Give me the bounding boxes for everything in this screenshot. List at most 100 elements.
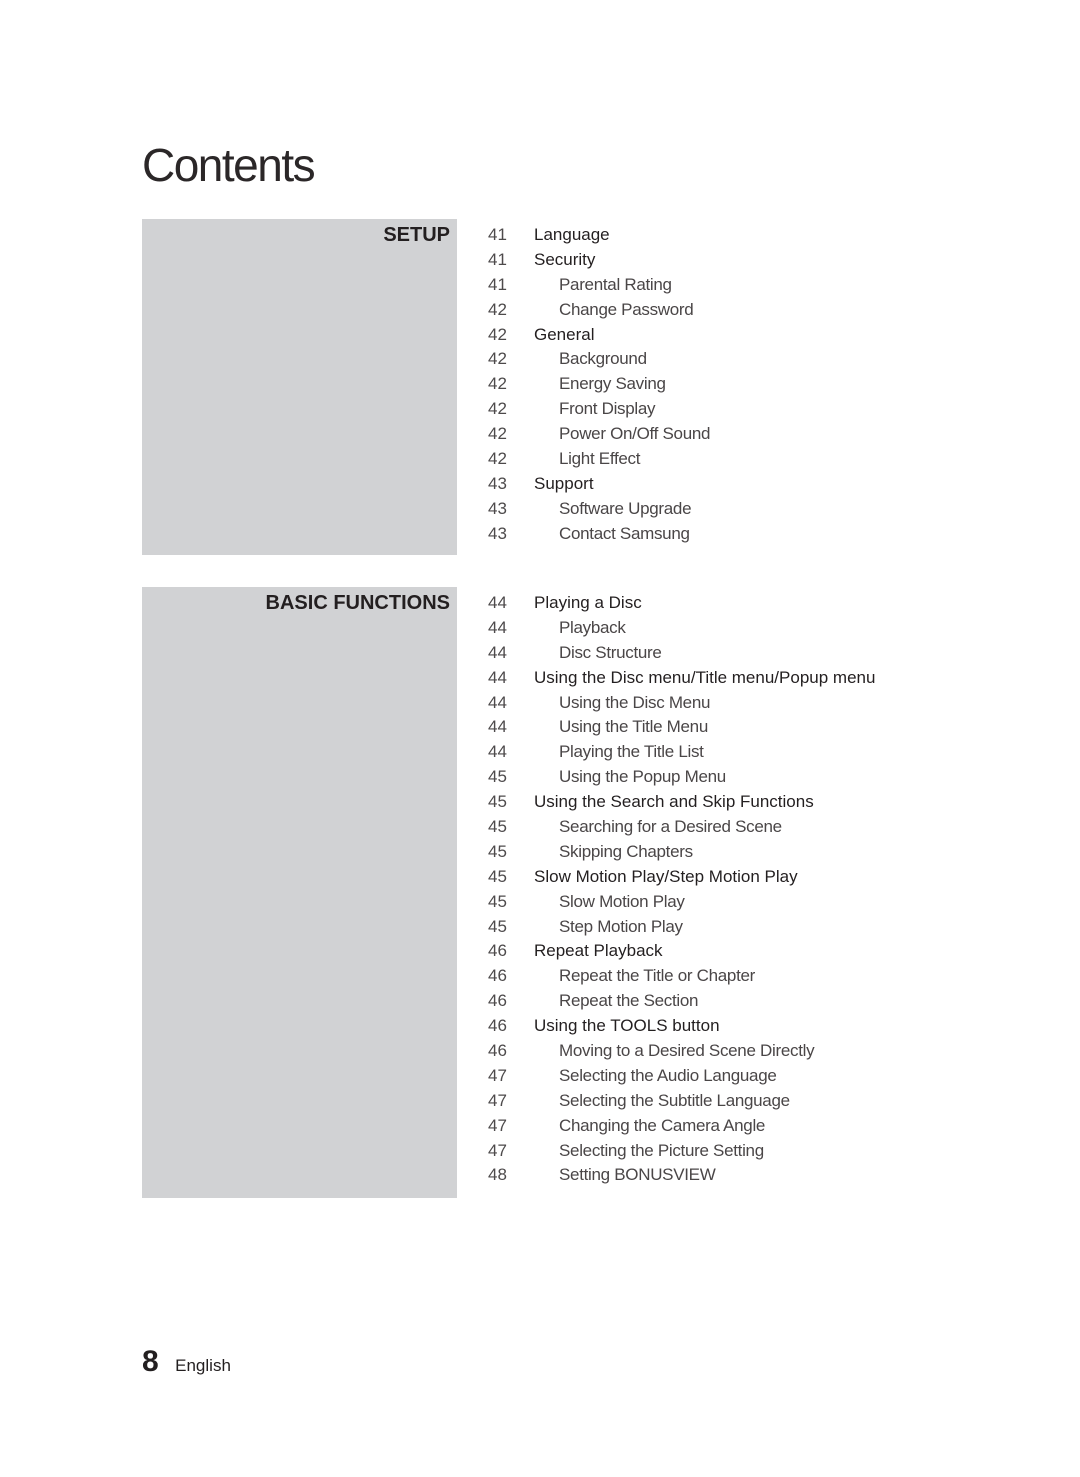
toc-subentry[interactable]: 44 Disc Structure [488, 641, 875, 666]
entry-page-number: 44 [488, 642, 507, 662]
entry-page-number: 45 [488, 817, 507, 837]
entry-title: Selecting the Subtitle Language [559, 1090, 790, 1110]
section-header-box: SETUP [142, 219, 457, 555]
entry-title: Skipping Chapters [559, 841, 693, 861]
toc-subentry[interactable]: 41 Parental Rating [488, 273, 710, 298]
toc-entry[interactable]: 42 General [488, 323, 710, 348]
entry-page-number: 42 [488, 399, 507, 419]
toc-subentry[interactable]: 42 Energy Saving [488, 372, 710, 397]
entry-page-number: 45 [488, 767, 507, 787]
entry-page-number: 42 [488, 324, 507, 344]
entry-title: Changing the Camera Angle [559, 1115, 766, 1135]
toc-subentry[interactable]: 45 Searching for a Desired Scene [488, 815, 875, 840]
toc-entry[interactable]: 43 Support [488, 472, 710, 497]
entry-page-number: 46 [488, 991, 507, 1011]
entry-page-number: 44 [488, 717, 507, 737]
entry-title: Using the Title Menu [559, 717, 708, 737]
entry-page-number: 44 [488, 617, 507, 637]
entry-page-number: 46 [488, 1016, 507, 1036]
entry-title: Repeat the Title or Chapter [559, 966, 756, 986]
toc-entry[interactable]: 46 Repeat Playback [488, 939, 875, 964]
entry-page-number: 46 [488, 941, 507, 961]
toc-subentry[interactable]: 42 Light Effect [488, 447, 710, 472]
section-label: SETUP [383, 224, 450, 246]
toc-subentry[interactable]: 43 Contact Samsung [488, 522, 710, 547]
toc-subentry[interactable]: 47 Selecting the Picture Setting [488, 1139, 875, 1164]
toc-subentry[interactable]: 46 Repeat the Title or Chapter [488, 964, 875, 989]
entry-title: Using the Search and Skip Functions [534, 792, 814, 812]
entry-title: Slow Motion Play [559, 891, 685, 911]
toc-subentry[interactable]: 42 Change Password [488, 298, 710, 323]
entry-page-number: 47 [488, 1115, 507, 1135]
entry-page-number: 42 [488, 349, 507, 369]
toc-entry[interactable]: 41 Language [488, 223, 710, 248]
entry-title: Security [534, 249, 596, 269]
toc-subentry[interactable]: 44 Using the Disc Menu [488, 691, 875, 716]
toc-entry[interactable]: 45 Slow Motion Play/Step Motion Play [488, 865, 875, 890]
toc-subentry[interactable]: 45 Step Motion Play [488, 915, 875, 940]
entry-title: Setting BONUSVIEW [559, 1165, 716, 1185]
toc-subentry[interactable]: 45 Slow Motion Play [488, 890, 875, 915]
toc-entry[interactable]: 44 Playing a Disc [488, 591, 875, 616]
entry-page-number: 44 [488, 667, 507, 687]
toc-subentry[interactable]: 46 Repeat the Section [488, 989, 875, 1014]
entry-page-number: 47 [488, 1065, 507, 1085]
entry-title: Repeat the Section [559, 991, 699, 1011]
entry-page-number: 45 [488, 891, 507, 911]
toc-entry[interactable]: 46 Using the TOOLS button [488, 1014, 875, 1039]
entry-title: Repeat Playback [534, 941, 663, 961]
page-footer: 8 English [142, 1345, 231, 1379]
entry-page-number: 44 [488, 742, 507, 762]
toc-subentry[interactable]: 45 Skipping Chapters [488, 840, 875, 865]
toc-entry-list: 44 Playing a Disc 44 Playback 44 Disc Structu… [488, 591, 875, 1188]
page-title: Contents [142, 139, 316, 191]
toc-subentry[interactable]: 42 Front Display [488, 397, 710, 422]
entry-page-number: 45 [488, 916, 507, 936]
section-header-box: BASIC FUNCTIONS [142, 587, 457, 1198]
toc-subentry[interactable]: 42 Background [488, 347, 710, 372]
entry-title: Slow Motion Play/Step Motion Play [534, 866, 798, 886]
toc-entry[interactable]: 41 Security [488, 248, 710, 273]
toc-subentry[interactable]: 47 Selecting the Audio Language [488, 1064, 875, 1089]
toc-subentry[interactable]: 47 Changing the Camera Angle [488, 1114, 875, 1139]
toc-subentry[interactable]: 44 Using the Title Menu [488, 715, 875, 740]
entry-title: Software Upgrade [559, 498, 692, 518]
entry-page-number: 42 [488, 449, 507, 469]
toc-subentry[interactable]: 44 Playing the Title List [488, 740, 875, 765]
toc-subentry[interactable]: 43 Software Upgrade [488, 497, 710, 522]
entry-page-number: 41 [488, 225, 507, 244]
entry-page-number: 45 [488, 792, 507, 812]
toc-subentry[interactable]: 42 Power On/Off Sound [488, 422, 710, 447]
toc-subentry[interactable]: 46 Moving to a Desired Scene Directly [488, 1039, 875, 1064]
entry-title: Language [534, 225, 610, 244]
footer-language: English [175, 1356, 231, 1375]
entry-title: Using the TOOLS button [534, 1016, 720, 1036]
entry-page-number: 47 [488, 1140, 507, 1160]
entry-page-number: 44 [488, 593, 507, 612]
entry-title: Selecting the Picture Setting [559, 1140, 764, 1160]
entry-page-number: 43 [488, 523, 507, 543]
entry-page-number: 42 [488, 424, 507, 444]
toc-entry[interactable]: 44 Using the Disc menu/Title menu/Popup m… [488, 666, 875, 691]
entry-page-number: 41 [488, 249, 507, 269]
toc-subentry[interactable]: 44 Playback [488, 616, 875, 641]
entry-page-number: 45 [488, 866, 507, 886]
entry-page-number: 45 [488, 841, 507, 861]
entry-page-number: 46 [488, 966, 507, 986]
toc-subentry[interactable]: 47 Selecting the Subtitle Language [488, 1089, 875, 1114]
toc-subentry[interactable]: 48 Setting BONUSVIEW [488, 1163, 875, 1188]
entry-title: Background [559, 349, 647, 369]
entry-title: Light Effect [559, 449, 641, 469]
entry-page-number: 42 [488, 299, 507, 319]
entry-title: Support [534, 473, 594, 493]
toc-subentry[interactable]: 45 Using the Popup Menu [488, 765, 875, 790]
entry-page-number: 48 [488, 1165, 507, 1185]
entry-page-number: 43 [488, 498, 507, 518]
entry-title: Using the Disc menu/Title menu/Popup men… [534, 667, 876, 687]
entry-title: General [534, 324, 595, 344]
entry-page-number: 46 [488, 1041, 507, 1061]
entry-page-number: 47 [488, 1090, 507, 1110]
toc-entry[interactable]: 45 Using the Search and Skip Functions [488, 790, 875, 815]
entry-title: Parental Rating [559, 274, 672, 294]
entry-page-number: 41 [488, 274, 507, 294]
